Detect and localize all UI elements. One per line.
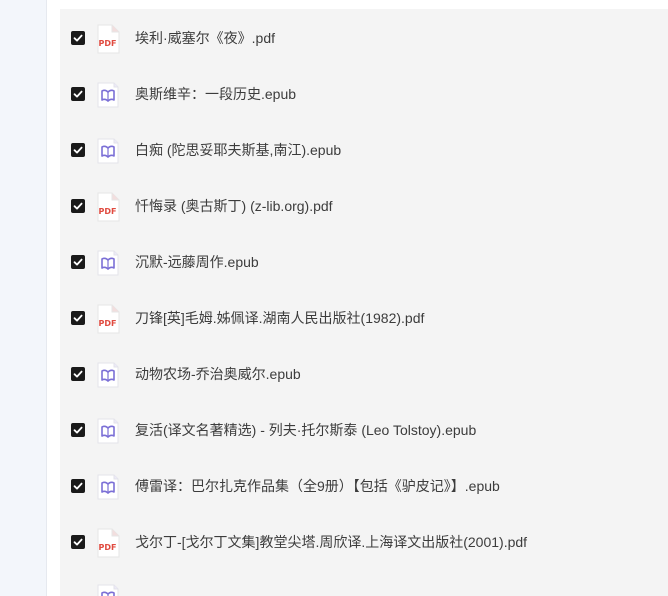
file-name[interactable]: 动物农场-乔治奥威尔.epub bbox=[135, 346, 301, 402]
pdf-file-icon: PDF bbox=[96, 192, 120, 222]
file-checkbox[interactable] bbox=[71, 199, 85, 213]
file-row[interactable]: PDF 戈尔丁-[戈尔丁文集]教堂尖塔.周欣译.上海译文出版社(2001).pd… bbox=[60, 514, 668, 570]
pdf-file-icon: PDF bbox=[96, 528, 120, 558]
epub-file-icon bbox=[96, 582, 120, 596]
file-row[interactable]: PDF 埃利·威塞尔《夜》.pdf bbox=[60, 10, 668, 66]
file-row[interactable]: 傅雷译：巴尔扎克作品集（全9册）【包括《驴皮记》】.epub bbox=[60, 458, 668, 514]
file-name[interactable]: 白痴 (陀思妥耶夫斯基,南江).epub bbox=[135, 122, 341, 178]
file-checkbox[interactable] bbox=[71, 423, 85, 437]
file-name[interactable]: 忏悔录 (奥古斯丁) (z-lib.org).pdf bbox=[135, 178, 333, 234]
left-panel-strip bbox=[0, 0, 47, 596]
file-checkbox[interactable] bbox=[71, 535, 85, 549]
file-name[interactable]: 复活(译文名著精选) - 列夫·托尔斯泰 (Leo Tolstoy).epub bbox=[135, 402, 476, 458]
file-row[interactable]: 奥斯维辛：一段历史.epub bbox=[60, 66, 668, 122]
file-row[interactable]: PDF 忏悔录 (奥古斯丁) (z-lib.org).pdf bbox=[60, 178, 668, 234]
file-checkbox[interactable] bbox=[71, 87, 85, 101]
epub-file-icon bbox=[96, 360, 120, 390]
file-checkbox[interactable] bbox=[71, 367, 85, 381]
file-row[interactable]: 动物农场-乔治奥威尔.epub bbox=[60, 346, 668, 402]
file-row[interactable]: 白痴 (陀思妥耶夫斯基,南江).epub bbox=[60, 122, 668, 178]
file-checkbox[interactable] bbox=[71, 479, 85, 493]
svg-text:PDF: PDF bbox=[99, 39, 117, 48]
pdf-file-icon: PDF bbox=[96, 24, 120, 54]
file-checkbox[interactable] bbox=[71, 255, 85, 269]
svg-text:PDF: PDF bbox=[99, 543, 117, 552]
epub-file-icon bbox=[96, 136, 120, 166]
epub-file-icon bbox=[96, 416, 120, 446]
file-checkbox[interactable] bbox=[71, 143, 85, 157]
file-row[interactable]: PDF 刀锋[英]毛姆.姊佩译.湖南人民出版社(1982).pdf bbox=[60, 290, 668, 346]
file-checkbox[interactable] bbox=[71, 311, 85, 325]
file-name[interactable]: 戈尔丁-[戈尔丁文集]教堂尖塔.周欣译.上海译文出版社(2001).pdf bbox=[135, 514, 527, 570]
file-row-partial[interactable] bbox=[60, 570, 668, 596]
file-name[interactable]: 埃利·威塞尔《夜》.pdf bbox=[135, 10, 275, 66]
file-name[interactable]: 傅雷译：巴尔扎克作品集（全9册）【包括《驴皮记》】.epub bbox=[135, 458, 500, 514]
svg-text:PDF: PDF bbox=[99, 319, 117, 328]
epub-file-icon bbox=[96, 80, 120, 110]
file-row[interactable]: 复活(译文名著精选) - 列夫·托尔斯泰 (Leo Tolstoy).epub bbox=[60, 402, 668, 458]
file-row[interactable]: 沉默-远藤周作.epub bbox=[60, 234, 668, 290]
epub-file-icon bbox=[96, 472, 120, 502]
file-name[interactable]: 奥斯维辛：一段历史.epub bbox=[135, 66, 296, 122]
pdf-file-icon: PDF bbox=[96, 304, 120, 334]
file-checkbox[interactable] bbox=[71, 31, 85, 45]
epub-file-icon bbox=[96, 248, 120, 278]
file-name[interactable]: 沉默-远藤周作.epub bbox=[135, 234, 259, 290]
file-list: PDF 埃利·威塞尔《夜》.pdf 奥斯维辛：一段历史.epub 白痴 (陀思妥… bbox=[60, 9, 668, 596]
file-name[interactable]: 刀锋[英]毛姆.姊佩译.湖南人民出版社(1982).pdf bbox=[135, 290, 424, 346]
svg-text:PDF: PDF bbox=[99, 207, 117, 216]
